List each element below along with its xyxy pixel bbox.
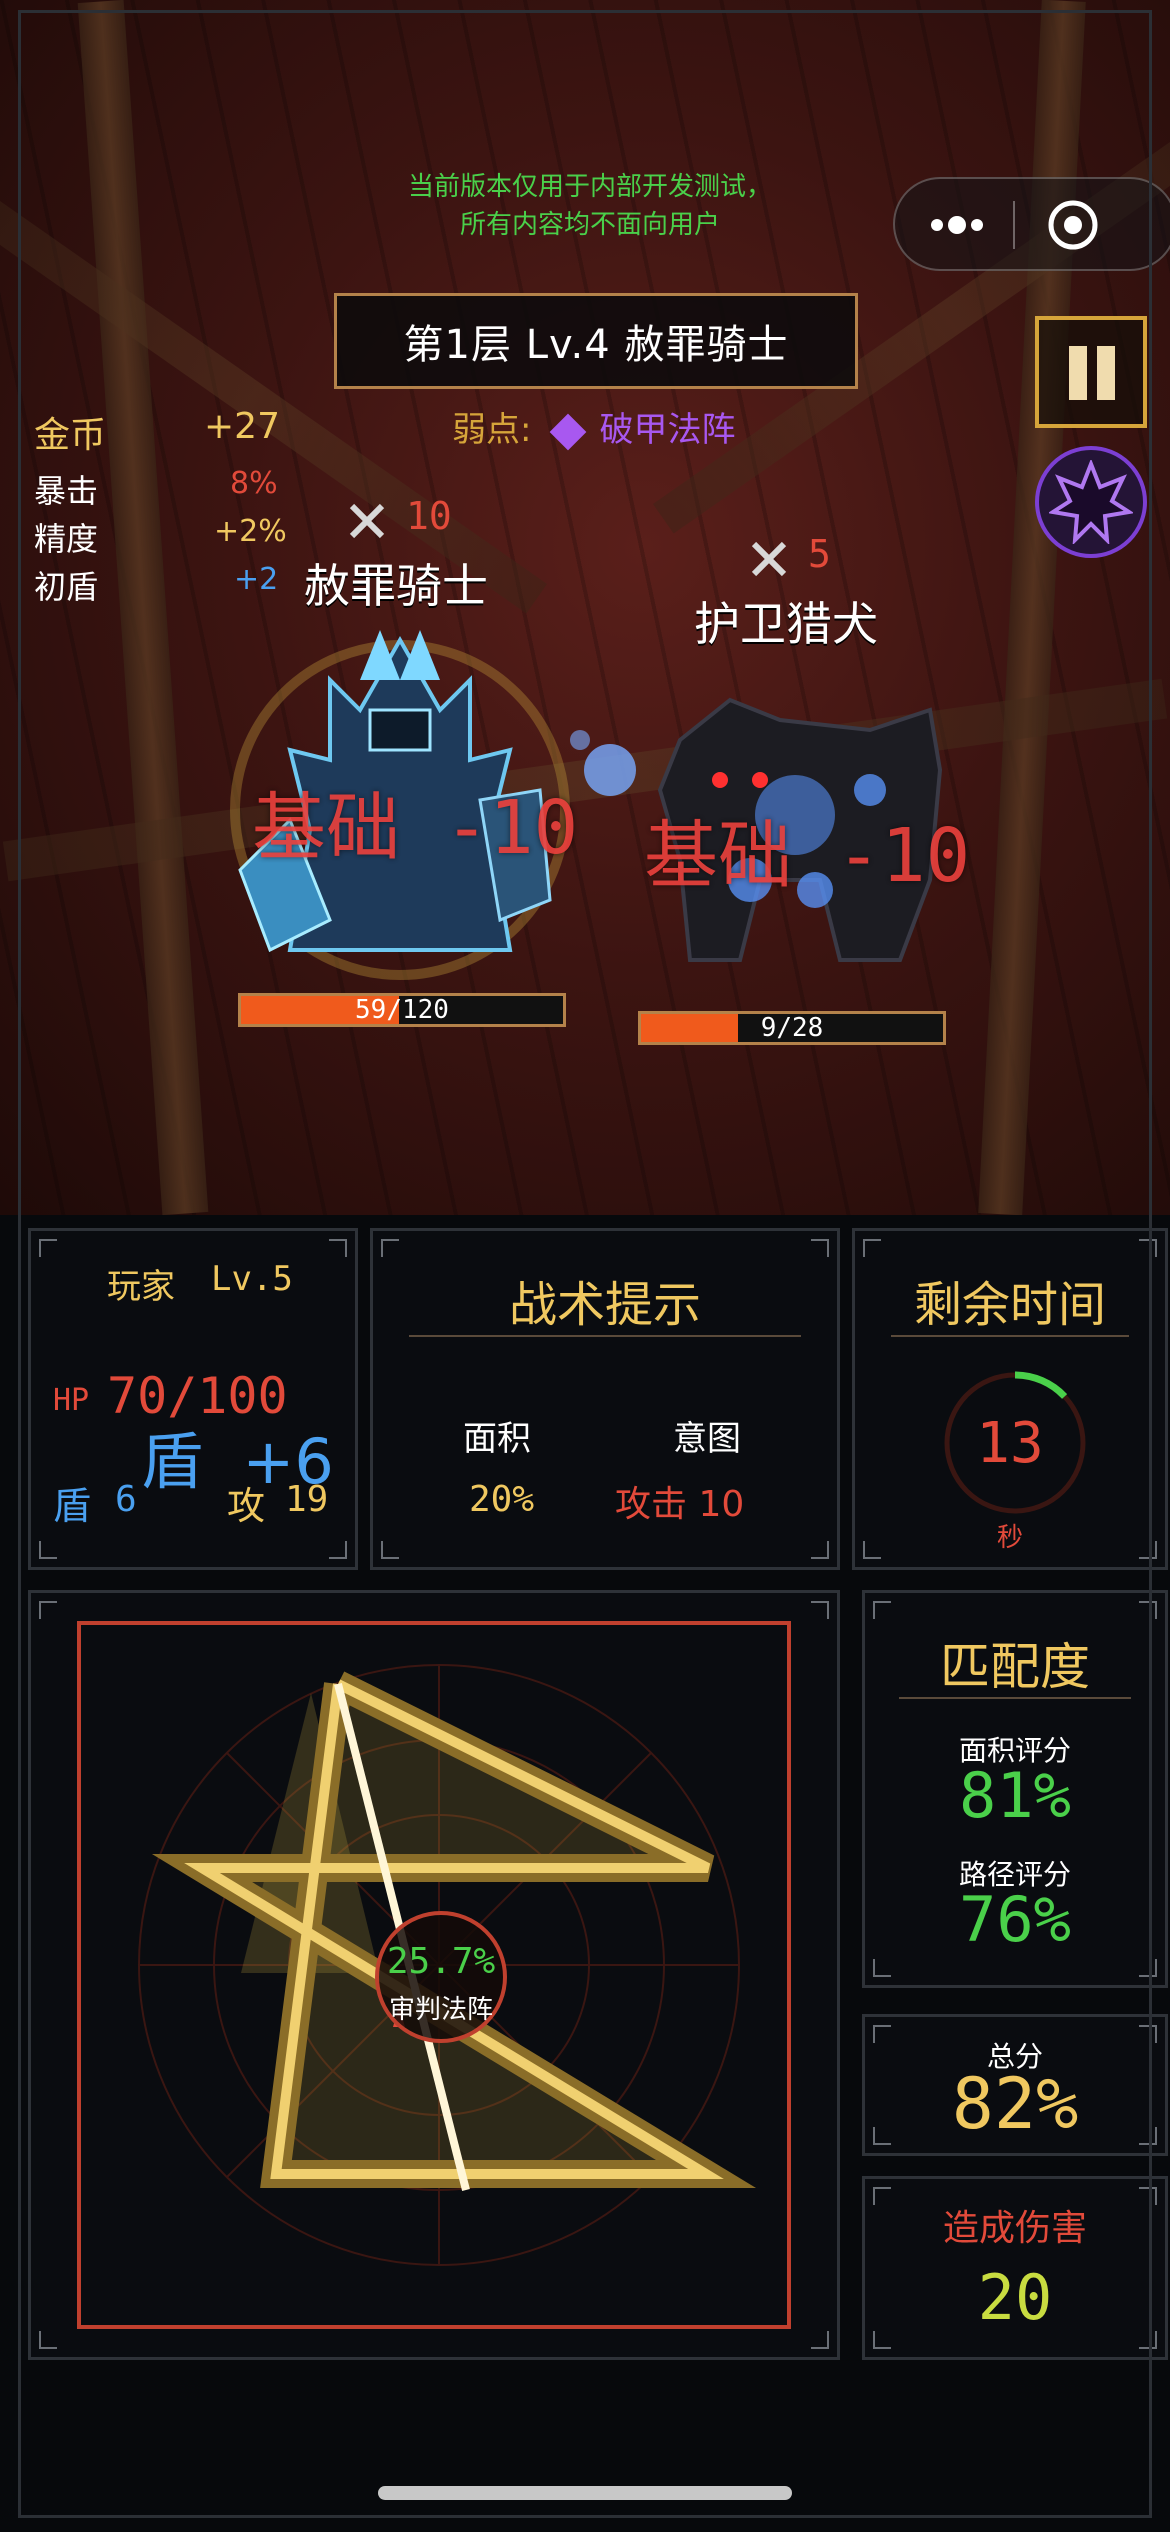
attack-label: 攻 (227, 1484, 266, 1528)
crossed-swords-icon (349, 503, 385, 539)
crit-label: 暴击 (34, 472, 99, 510)
tactics-title: 战术提示 (508, 1277, 701, 1333)
sigil-center: 25.7% 审判法阵 (375, 1911, 507, 2043)
player-level: Lv.5 (211, 1259, 293, 1299)
hound-attack: 5 (808, 532, 831, 576)
pause-icon (1069, 346, 1087, 400)
sigil-name: 审判法阵 (388, 1995, 493, 2025)
damage-panel: 造成伤害 20 (862, 2176, 1168, 2360)
timer-unit: 秒 (996, 1523, 1023, 1553)
intent-value: 攻击 10 (615, 1484, 745, 1525)
knight-name: 赦罪骑士 (304, 559, 488, 613)
knight-hp-bar: 59/120 (238, 993, 566, 1027)
target-circle-icon[interactable] (1047, 199, 1099, 251)
knight-damage-float: 基础 -10 (252, 785, 579, 871)
dev-notice-line2: 所有内容均不面向用户 (459, 210, 720, 240)
sigil-percent: 25.7% (386, 1941, 496, 1982)
hound-hp-bar: 9/28 (638, 1011, 946, 1045)
match-title: 匹配度 (940, 1638, 1090, 1696)
crossed-swords-icon (751, 541, 787, 577)
knight-hp-text: 59/120 (355, 995, 449, 1025)
precision-row: 精度 +2% (34, 514, 287, 560)
pause-button[interactable] (1035, 316, 1147, 428)
crit-row: 暴击 8% (34, 466, 278, 512)
weakness-label: 弱点: (452, 410, 532, 450)
gold-value: +27 (204, 406, 280, 447)
pause-icon (1097, 346, 1115, 400)
area-value: 20% (469, 1479, 535, 1520)
dev-notice: 当前版本仅用于内部开发测试， 所有内容均不面向用户 (330, 168, 850, 244)
precision-label: 精度 (34, 520, 99, 558)
damage-label: 造成伤害 (942, 2208, 1087, 2249)
octagram-icon (1049, 460, 1133, 544)
tactics-panel: 战术提示 面积 20% 意图 攻击 10 (370, 1228, 840, 1570)
damage-value: 20 (977, 2261, 1053, 2334)
sigil-canvas[interactable]: 25.7% 审判法阵 (77, 1621, 791, 2329)
area-label: 面积 (463, 1419, 531, 1459)
divider (891, 1335, 1129, 1337)
hound-name: 护卫猎犬 (694, 597, 878, 651)
player-panel: 玩家 Lv.5 HP 70/100 盾 +6 盾 6 攻 19 (28, 1228, 358, 1570)
total-score-panel: 总分 82% (862, 2014, 1168, 2156)
weakness-value: 破甲法阵 (599, 410, 736, 450)
attack-value: 19 (285, 1479, 329, 1520)
miniprogram-capsule (893, 177, 1170, 271)
home-indicator[interactable] (378, 2486, 792, 2500)
skill-button[interactable] (1035, 446, 1147, 558)
shield-label: 盾 (53, 1484, 92, 1528)
total-value: 82% (951, 2063, 1079, 2145)
knight-attack: 10 (406, 494, 452, 538)
dev-notice-line1: 当前版本仅用于内部开发测试， (407, 172, 772, 202)
diamond-icon (550, 413, 587, 450)
sigil-panel[interactable]: 25.7% 审判法阵 (28, 1590, 840, 2360)
more-dots-icon[interactable] (925, 205, 989, 245)
hp-label: HP (53, 1383, 90, 1418)
initial-shield-label: 初盾 (34, 568, 99, 606)
level-title: 第1层 Lv.4 赦罪骑士 (403, 322, 789, 368)
timer-value: 13 (976, 1411, 1044, 1476)
shield-value: 6 (115, 1479, 137, 1520)
timer-title: 剩余时间 (913, 1277, 1106, 1333)
timer-panel: 剩余时间 13 秒 (852, 1228, 1168, 1570)
divider (899, 1697, 1131, 1699)
player-name: 玩家 (107, 1267, 175, 1307)
area-score-value: 81% (959, 1759, 1071, 1832)
level-title-box: 第1层 Lv.4 赦罪骑士 (334, 293, 858, 389)
gold-label: 金币 (34, 415, 107, 456)
weakness: 弱点: 破甲法阵 (452, 402, 735, 451)
initial-shield-row: 初盾 +2 (34, 562, 278, 608)
gold-row: 金币 +27 (34, 406, 280, 458)
hound-hp-text: 9/28 (760, 1013, 824, 1043)
hound-damage-float: 基础 -10 (644, 813, 971, 899)
path-score-value: 76% (959, 1883, 1071, 1956)
divider (409, 1335, 801, 1337)
intent-label: 意图 (673, 1419, 741, 1459)
match-panel: 匹配度 面积评分 81% 路径评分 76% (862, 1590, 1168, 1988)
crit-value: 8% (230, 466, 278, 501)
precision-value: +2% (214, 514, 287, 549)
capsule-divider (1013, 201, 1015, 249)
